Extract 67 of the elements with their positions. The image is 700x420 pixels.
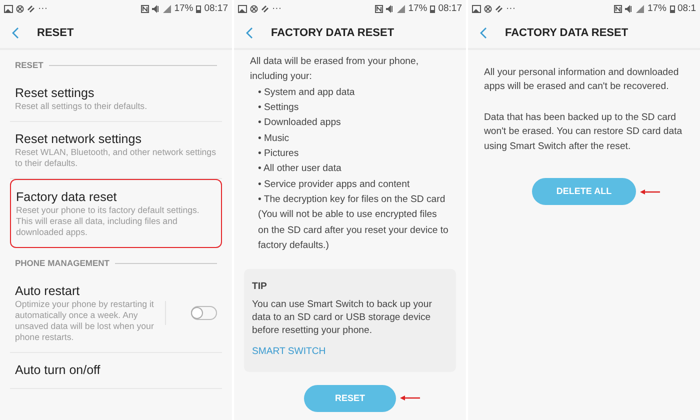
clock: 08:17 [438, 2, 462, 16]
mute-icon [152, 5, 160, 13]
list-item: • Music [257, 132, 290, 146]
back-icon[interactable] [246, 27, 253, 39]
clock: 08:17 [204, 2, 228, 16]
item-title: Reset settings [15, 84, 96, 101]
clock: 08:1 [678, 2, 696, 16]
section-header: RESET [15, 59, 44, 72]
battery-level: 17% [647, 2, 666, 16]
nfc-icon [614, 5, 622, 13]
image-icon [4, 5, 13, 13]
image-icon [472, 5, 481, 13]
list-item: • The decryption key for files on the SD card [257, 193, 446, 208]
list-item: • Pictures [257, 147, 300, 162]
battery-level: 17% [408, 2, 428, 16]
signal-icon [397, 5, 406, 13]
list-item: • System and app data [257, 86, 356, 100]
link-icon [27, 5, 35, 13]
back-icon[interactable] [12, 27, 19, 39]
screen-title: FACTORY DATA RESET [505, 26, 628, 41]
item-description: Reset your phone to its factory default settings. This will erase all data, including files and downloaded apps. [16, 205, 200, 238]
paragraph: All your personal information and downloaded apps will be erased and can't be recovered. [484, 66, 680, 94]
toggle-switch[interactable] [191, 306, 217, 320]
blocked-icon [16, 5, 24, 13]
battery-icon [430, 5, 436, 13]
paragraph: Data that has been backed up to the SD card won't be erased. You can restore SD card data using Smart Switch after the reset. [484, 110, 684, 154]
list-item: • Settings [257, 101, 300, 116]
note-text: (You will not be able to use encrypted files on the SD card after you reset your device to factory defaults.) [257, 208, 450, 254]
screen-title: FACTORY DATA RESET [271, 26, 394, 41]
item-title: Reset network settings [15, 130, 142, 148]
tip-text: You can use Smart Switch to back up your data to an SD card or USB storage device before resetting your phone. [252, 298, 433, 338]
section-header: PHONE MANAGEMENT [15, 257, 110, 270]
tip-title: TIP [252, 280, 268, 294]
settings-item[interactable]: Reset network settings Reset WLAN, Bluetooth, and other network settings to their defaults. [10, 122, 222, 180]
settings-item[interactable]: Reset settings Reset all settings to their defaults. [10, 76, 222, 122]
item-title: Auto turn on/off [15, 362, 102, 379]
nfc-icon [375, 5, 384, 13]
battery-icon [670, 5, 674, 13]
battery-level: 17% [174, 2, 194, 16]
nfc-icon [141, 5, 150, 13]
link-icon [261, 5, 269, 13]
item-title: Factory data reset [16, 189, 118, 206]
link-icon [495, 5, 503, 13]
intro-text: All data will be erased from your phone, including your: [250, 55, 420, 84]
more-icon: ··· [506, 2, 516, 16]
more-icon: ··· [38, 2, 48, 16]
back-icon[interactable] [480, 27, 487, 39]
blocked-icon [484, 5, 492, 13]
more-icon: ··· [272, 2, 282, 16]
item-title: Auto restart [15, 283, 81, 300]
list-item: • Downloaded apps [257, 116, 342, 130]
item-description: Reset WLAN, Bluetooth, and other network settings to their defaults. [15, 147, 217, 170]
mute-icon [625, 5, 634, 13]
list-item: • All other user data [257, 162, 342, 176]
list-item: • Service provider apps and content [257, 178, 411, 192]
screen-title: RESET [37, 26, 74, 41]
signal-icon [636, 5, 644, 13]
signal-icon [163, 5, 172, 13]
battery-icon [196, 5, 202, 13]
mute-icon [386, 5, 394, 13]
settings-item[interactable]: Auto restart Optimize your phone by restarting it automatically once a week. Any unsaved data will be lost when your phone restarts. [10, 274, 222, 354]
item-description: Reset all settings to their defaults. [15, 101, 148, 112]
image-icon [238, 5, 247, 13]
settings-item[interactable]: Auto turn on/off [10, 353, 222, 389]
blocked-icon [250, 5, 258, 13]
settings-item[interactable]: Factory data reset Reset your phone to its factory default settings. This will erase all data, including files and downloaded apps. [10, 179, 222, 248]
item-description: Optimize your phone by restarting it automatically once a week. Any unsaved data will be lost when your phone restarts. [15, 299, 155, 344]
